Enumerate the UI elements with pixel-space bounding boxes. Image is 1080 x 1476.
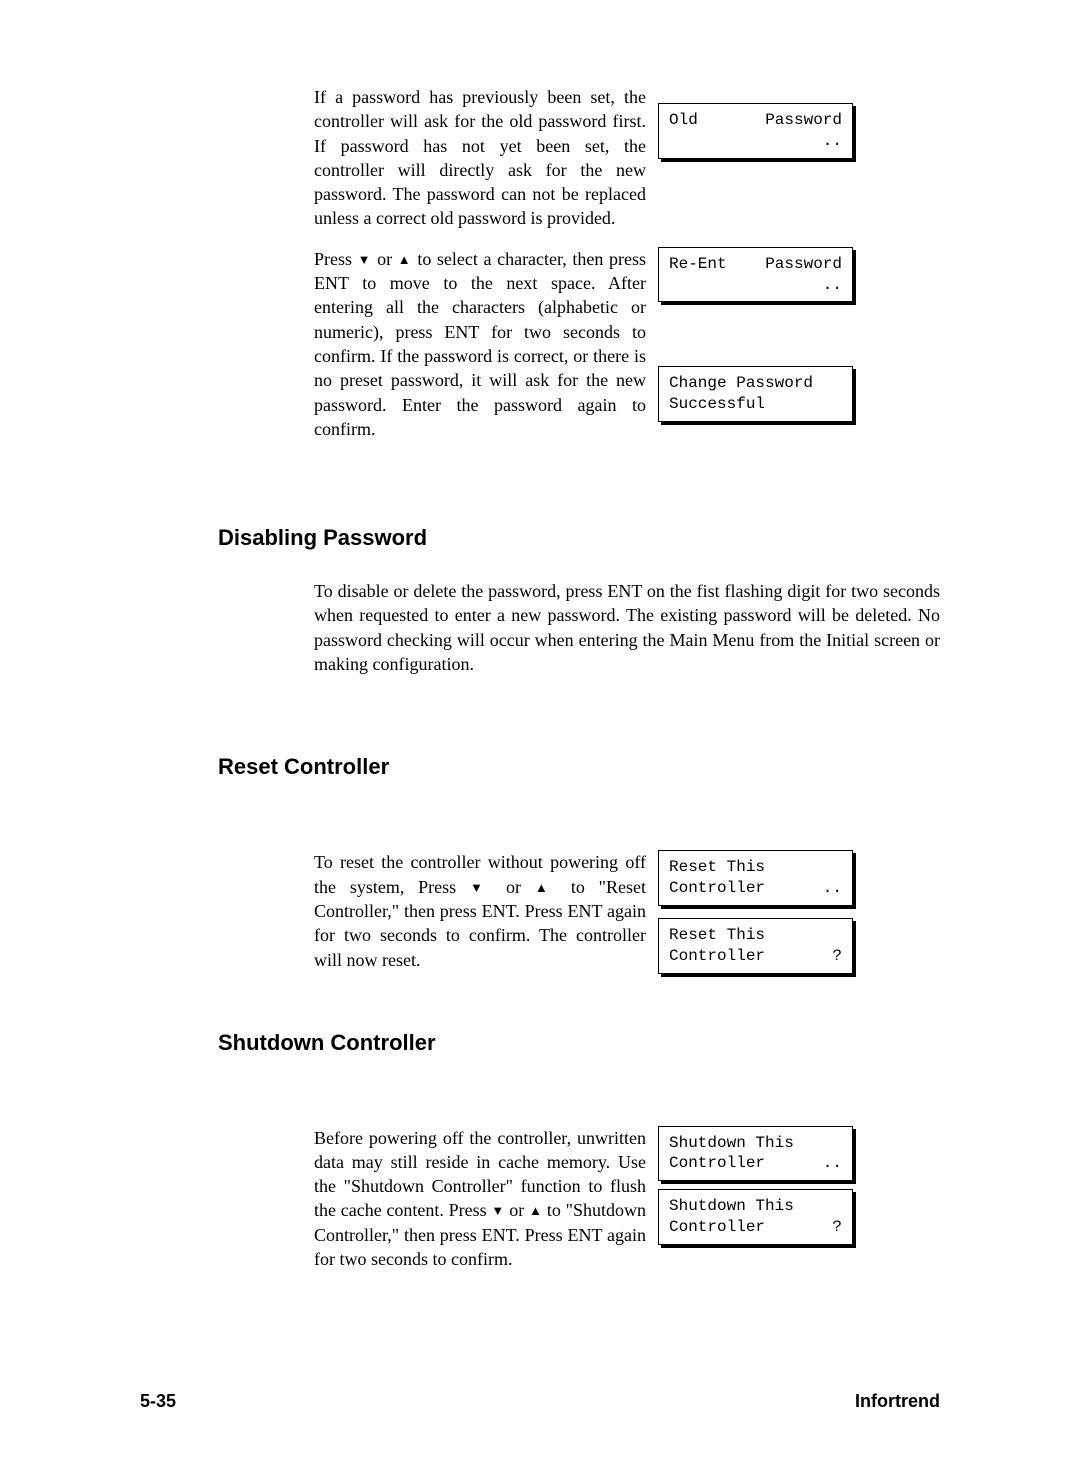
lcd-text: ? bbox=[823, 946, 842, 967]
page: If a password has previously been set, t… bbox=[0, 0, 1080, 1476]
up-triangle-icon: ▲ bbox=[535, 880, 557, 895]
para-shutdown: Before powering off the controller, unwr… bbox=[314, 1126, 646, 1272]
lcd-text: .. bbox=[823, 1153, 842, 1174]
reset-text: To reset the controller without powering… bbox=[314, 850, 646, 977]
lcd-row: Shutdown This bbox=[669, 1196, 842, 1217]
lcd-row: .. bbox=[669, 131, 842, 152]
reset-lcds: Reset This Controller .. Reset This Cont… bbox=[646, 850, 940, 993]
section-shutdown: Before powering off the controller, unwr… bbox=[218, 1126, 940, 1278]
para-old-password: If a password has previously been set, t… bbox=[314, 85, 646, 231]
lcd-row: Successful bbox=[669, 394, 842, 415]
lcd-text: Password bbox=[765, 254, 842, 275]
text: Press bbox=[314, 249, 358, 269]
password-row1: If a password has previously been set, t… bbox=[314, 85, 940, 237]
heading-disabling-password: Disabling Password bbox=[218, 525, 940, 551]
lcd-text: Controller bbox=[669, 878, 765, 899]
para-reset: To reset the controller without powering… bbox=[314, 850, 646, 971]
lcd-text: Old bbox=[669, 110, 698, 131]
password-text1: If a password has previously been set, t… bbox=[314, 85, 646, 237]
lcd-text: Controller bbox=[669, 946, 765, 967]
up-triangle-icon: ▲ bbox=[529, 1203, 542, 1218]
page-footer: 5-35 Infortrend bbox=[140, 1391, 940, 1412]
down-triangle-icon: ▼ bbox=[358, 252, 372, 267]
shutdown-text: Before powering off the controller, unwr… bbox=[314, 1126, 646, 1278]
text: to select a character, then press ENT to… bbox=[314, 249, 646, 439]
lcd-shutdown-2: Shutdown This Controller ? bbox=[658, 1189, 853, 1245]
up-triangle-icon: ▲ bbox=[398, 252, 412, 267]
lcd-text: .. bbox=[823, 275, 842, 296]
shutdown-row: Before powering off the controller, unwr… bbox=[314, 1126, 940, 1278]
lcd-text: ? bbox=[823, 1217, 842, 1238]
lcd-text: Controller bbox=[669, 1217, 765, 1238]
password-row2: Press ▼ or ▲ to select a character, then… bbox=[314, 247, 940, 447]
password-text2: Press ▼ or ▲ to select a character, then… bbox=[314, 247, 646, 447]
lcd-text: Controller bbox=[669, 1153, 765, 1174]
lcd-row: Controller .. bbox=[669, 878, 842, 899]
reset-row: To reset the controller without powering… bbox=[314, 850, 940, 993]
section-password: If a password has previously been set, t… bbox=[218, 85, 940, 447]
down-triangle-icon: ▼ bbox=[470, 880, 492, 895]
lcd-row: Controller ? bbox=[669, 946, 842, 967]
text: or bbox=[492, 877, 535, 897]
lcd-row: Shutdown This bbox=[669, 1133, 842, 1154]
section-disable-body: To disable or delete the password, press… bbox=[218, 579, 940, 676]
page-number: 5-35 bbox=[140, 1391, 176, 1412]
lcd-row: Controller ? bbox=[669, 1217, 842, 1238]
para-select-char: Press ▼ or ▲ to select a character, then… bbox=[314, 247, 646, 441]
lcd-row: Reset This bbox=[669, 857, 842, 878]
lcd-col-2: Re-Ent Password .. Change Password Succe… bbox=[646, 247, 940, 442]
para-disable: To disable or delete the password, press… bbox=[314, 579, 940, 676]
lcd-text: .. bbox=[823, 131, 842, 152]
brand-name: Infortrend bbox=[855, 1391, 940, 1412]
shutdown-lcds: Shutdown This Controller .. Shutdown Thi… bbox=[646, 1126, 940, 1265]
heading-shutdown-controller: Shutdown Controller bbox=[218, 1030, 940, 1056]
lcd-row: Controller .. bbox=[669, 1153, 842, 1174]
text: or bbox=[505, 1200, 530, 1220]
lcd-row: .. bbox=[669, 275, 842, 296]
text: or bbox=[372, 249, 398, 269]
lcd-row: Reset This bbox=[669, 925, 842, 946]
lcd-row: Old Password bbox=[669, 110, 842, 131]
lcd-shutdown-1: Shutdown This Controller .. bbox=[658, 1126, 853, 1182]
lcd-reset-1: Reset This Controller .. bbox=[658, 850, 853, 906]
lcd-old-password: Old Password .. bbox=[658, 103, 853, 159]
lcd-reset-2: Reset This Controller ? bbox=[658, 918, 853, 974]
section-reset: To reset the controller without powering… bbox=[218, 850, 940, 993]
lcd-text: Re-Ent bbox=[669, 254, 727, 275]
lcd-text: .. bbox=[823, 878, 842, 899]
lcd-row: Re-Ent Password bbox=[669, 254, 842, 275]
lcd-reenter-password: Re-Ent Password .. bbox=[658, 247, 853, 303]
lcd-text: Password bbox=[765, 110, 842, 131]
lcd-row: Change Password bbox=[669, 373, 842, 394]
lcd-col-1: Old Password .. bbox=[646, 85, 940, 179]
lcd-change-successful: Change Password Successful bbox=[658, 366, 853, 422]
heading-reset-controller: Reset Controller bbox=[218, 754, 940, 780]
down-triangle-icon: ▼ bbox=[491, 1203, 504, 1218]
